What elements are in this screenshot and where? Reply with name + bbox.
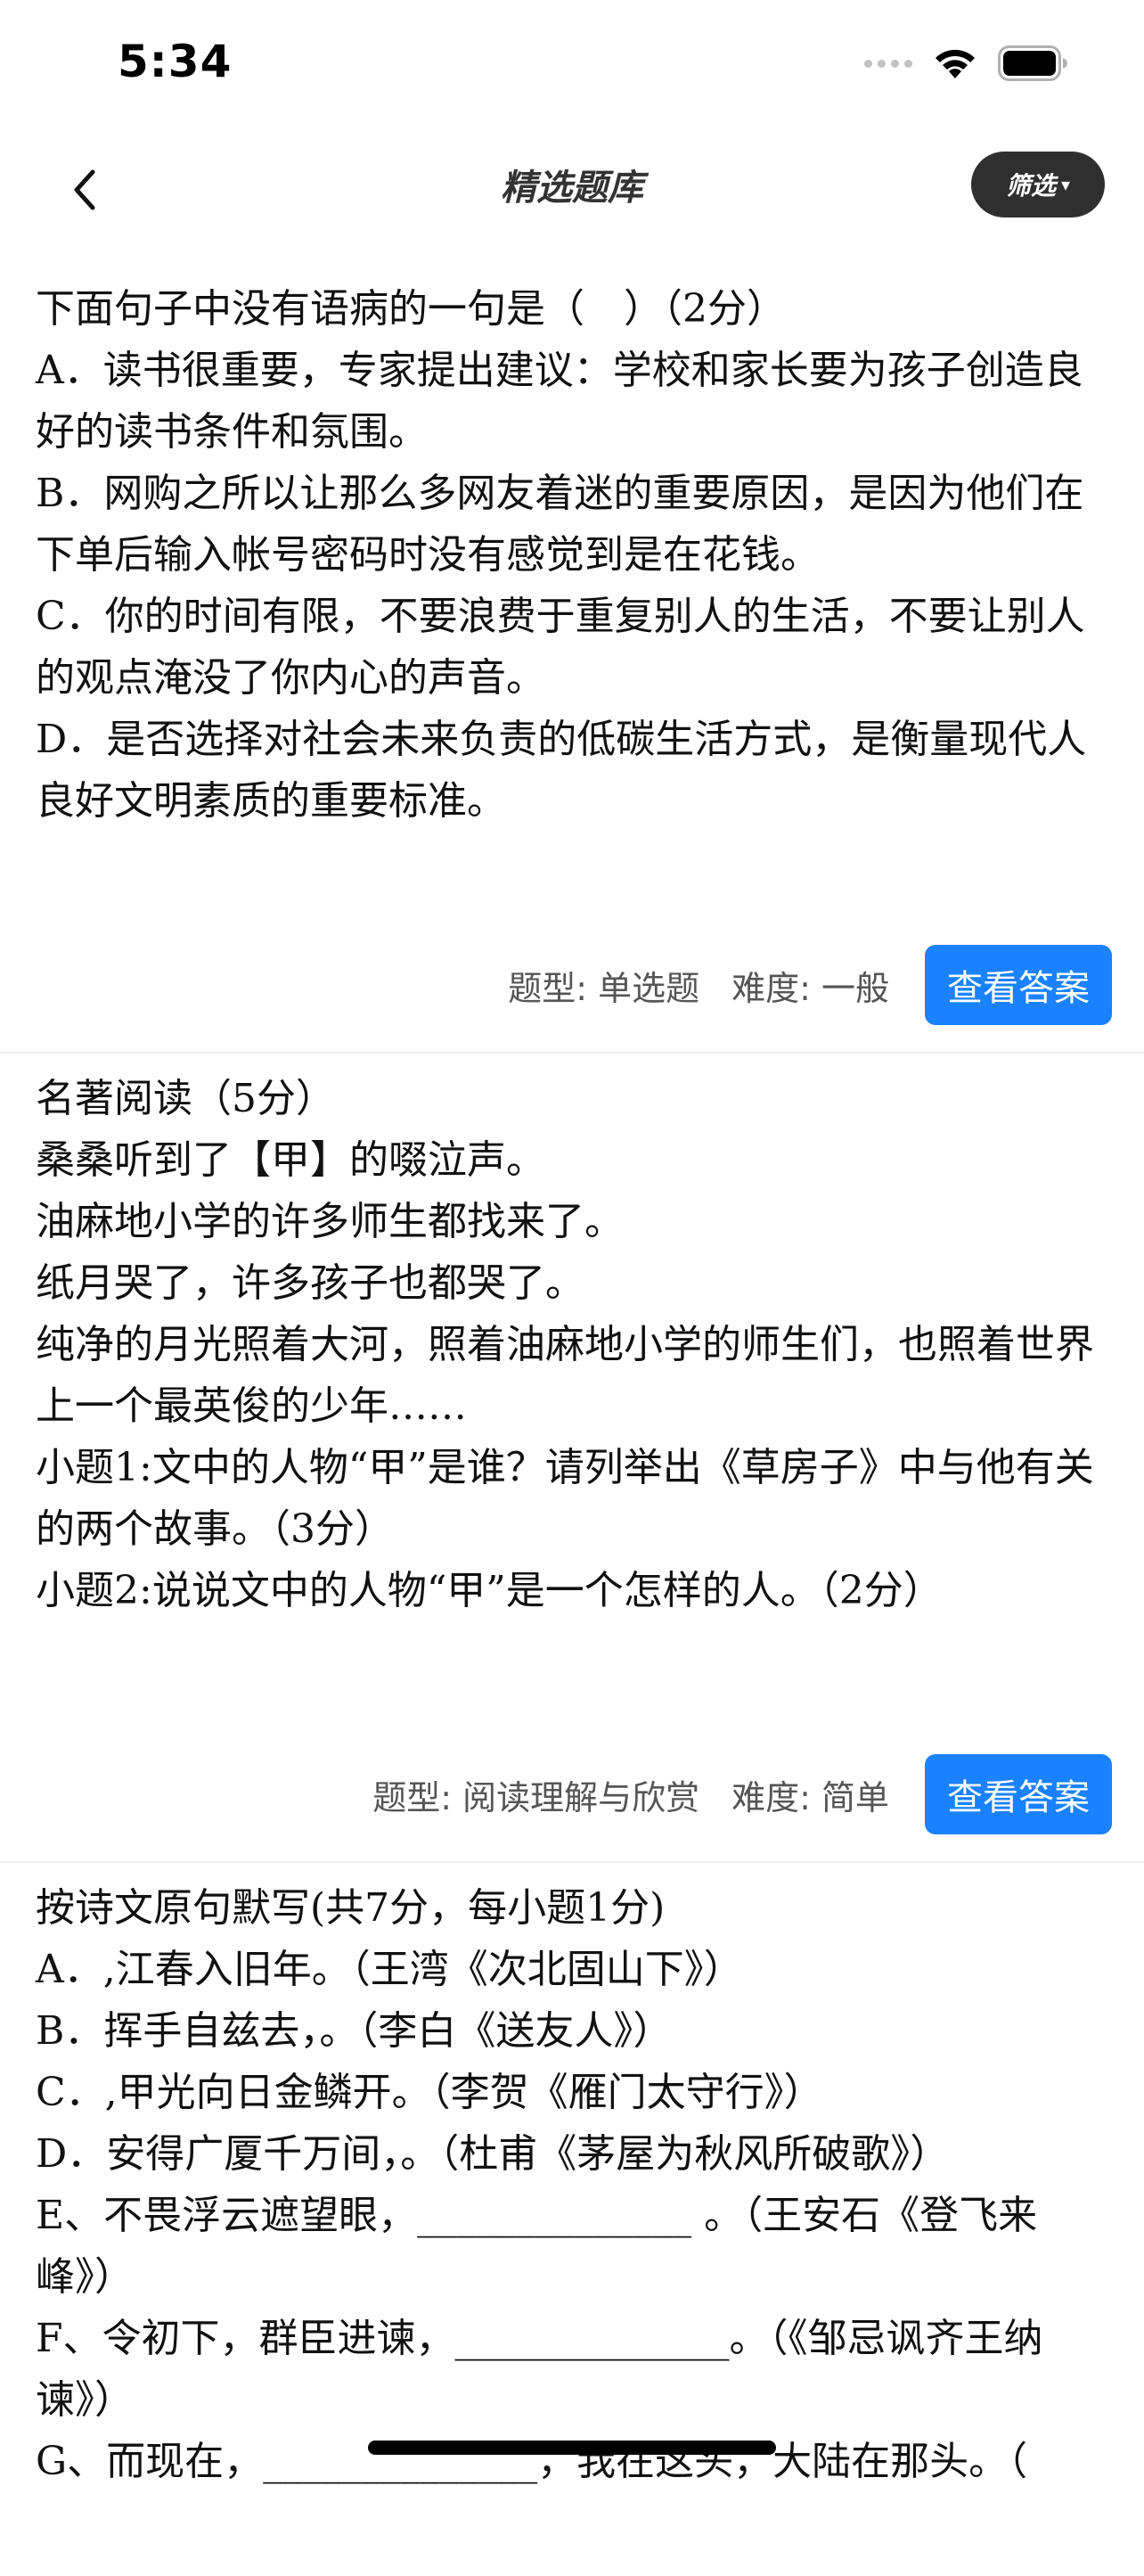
question-line: 按诗文原句默写(共7分，每小题1分) xyxy=(36,1885,666,1931)
question-line: C．你的时间有限，不要浪费于重复别人的生活，不要让别人的观点淹没了你内心的声音。 xyxy=(36,594,1085,701)
question-footer: 题型: 单选题 难度: 一般 查看答案 xyxy=(508,945,1112,1025)
home-indicator[interactable] xyxy=(368,2441,776,2455)
status-time: 5:34 xyxy=(118,36,233,87)
caret-down-icon: ▾ xyxy=(1060,174,1071,195)
question-text: 名著阅读（5分） 桑桑听到了【甲】的啜泣声。 油麻地小学的许多师生都找来了。 纸… xyxy=(0,1054,1144,1621)
question-line: 小题2:说说文中的人物“甲”是一个怎样的人。（2分） xyxy=(36,1568,943,1613)
question-line: E、不畏浮云遮望眼，______________ 。（王安石《登飞来峰》） xyxy=(36,2193,1038,2300)
question-list: 下面句子中没有语病的一句是（ ）（2分） A．读书很重要，专家提出建议：学校和家… xyxy=(0,264,1144,2576)
question-line: B．挥手自兹去，。（李白《送友人》） xyxy=(36,2008,673,2054)
question-difficulty: 难度: 一般 xyxy=(731,968,889,1008)
filter-button-label: 筛选 xyxy=(1005,171,1056,201)
question-card[interactable]: 按诗文原句默写(共7分，每小题1分) A．,江春入旧年。（王湾《次北固山下》） … xyxy=(0,1863,1144,2576)
question-line: D．安得广厦千万间，。（杜甫《茅屋为秋风所破歌》） xyxy=(36,2131,950,2177)
view-answer-button[interactable]: 查看答案 xyxy=(925,945,1112,1025)
question-footer: 题型: 阅读理解与欣赏 难度: 简单 查看答案 xyxy=(372,1754,1112,1834)
question-difficulty: 难度: 简单 xyxy=(731,1777,889,1817)
question-type: 题型: 单选题 xyxy=(508,968,700,1008)
question-line: A．,江春入旧年。（王湾《次北固山下》） xyxy=(36,1947,743,1992)
view-answer-button[interactable]: 查看答案 xyxy=(925,1754,1112,1834)
navigation-bar: 精选题库 筛选 ▾ xyxy=(0,134,1144,236)
question-type: 题型: 阅读理解与欣赏 xyxy=(372,1777,700,1817)
question-line: 下面句子中没有语病的一句是（ ）（2分） xyxy=(36,286,786,332)
question-line: D．是否选择对社会未来负责的低碳生活方式，是衡量现代人良好文明素质的重要标准。 xyxy=(36,717,1087,824)
question-text: 下面句子中没有语病的一句是（ ）（2分） A．读书很重要，专家提出建议：学校和家… xyxy=(0,264,1144,832)
question-line: 小题1:文中的人物“甲”是谁？请列举出《草房子》中与他有关的两个故事。（3分） xyxy=(36,1445,1094,1552)
question-line: F、令初下，群臣进谏，______________。（《邹忌讽齐王纳谏》） xyxy=(36,2316,1043,2423)
question-line: 桑桑听到了【甲】的啜泣声。 xyxy=(36,1137,545,1183)
status-bar: 5:34 xyxy=(0,0,1144,125)
back-button[interactable] xyxy=(53,159,116,221)
status-icons xyxy=(864,43,1069,84)
question-card[interactable]: 名著阅读（5分） 桑桑听到了【甲】的啜泣声。 油麻地小学的许多师生都找来了。 纸… xyxy=(0,1054,1144,1863)
question-line: C．,甲光向日金鳞开。（李贺《雁门太守行》） xyxy=(36,2070,823,2115)
cellular-signal-icon xyxy=(864,59,912,68)
chevron-left-icon xyxy=(74,169,95,210)
question-line: 纸月哭了，许多孩子也都哭了。 xyxy=(36,1260,584,1306)
question-line: 纯净的月光照着大河，照着油麻地小学的师生们，也照着世界上一个最英俊的少年…… xyxy=(36,1322,1094,1429)
question-line: A．读书很重要，专家提出建议：学校和家长要为孩子创造良好的读书条件和氛围。 xyxy=(36,348,1083,455)
wifi-icon xyxy=(932,46,978,80)
question-line: 名著阅读（5分） xyxy=(36,1076,335,1121)
question-line: B．网购之所以让那么多网友着迷的重要原因，是因为他们在下单后输入帐号密码时没有感… xyxy=(36,471,1084,578)
filter-button[interactable]: 筛选 ▾ xyxy=(971,152,1105,217)
question-card[interactable]: 下面句子中没有语病的一句是（ ）（2分） A．读书很重要，专家提出建议：学校和家… xyxy=(0,264,1144,1054)
battery-icon xyxy=(998,45,1069,81)
question-line: 油麻地小学的许多师生都找来了。 xyxy=(36,1199,624,1244)
question-text: 按诗文原句默写(共7分，每小题1分) A．,江春入旧年。（王湾《次北固山下》） … xyxy=(0,1863,1144,2492)
